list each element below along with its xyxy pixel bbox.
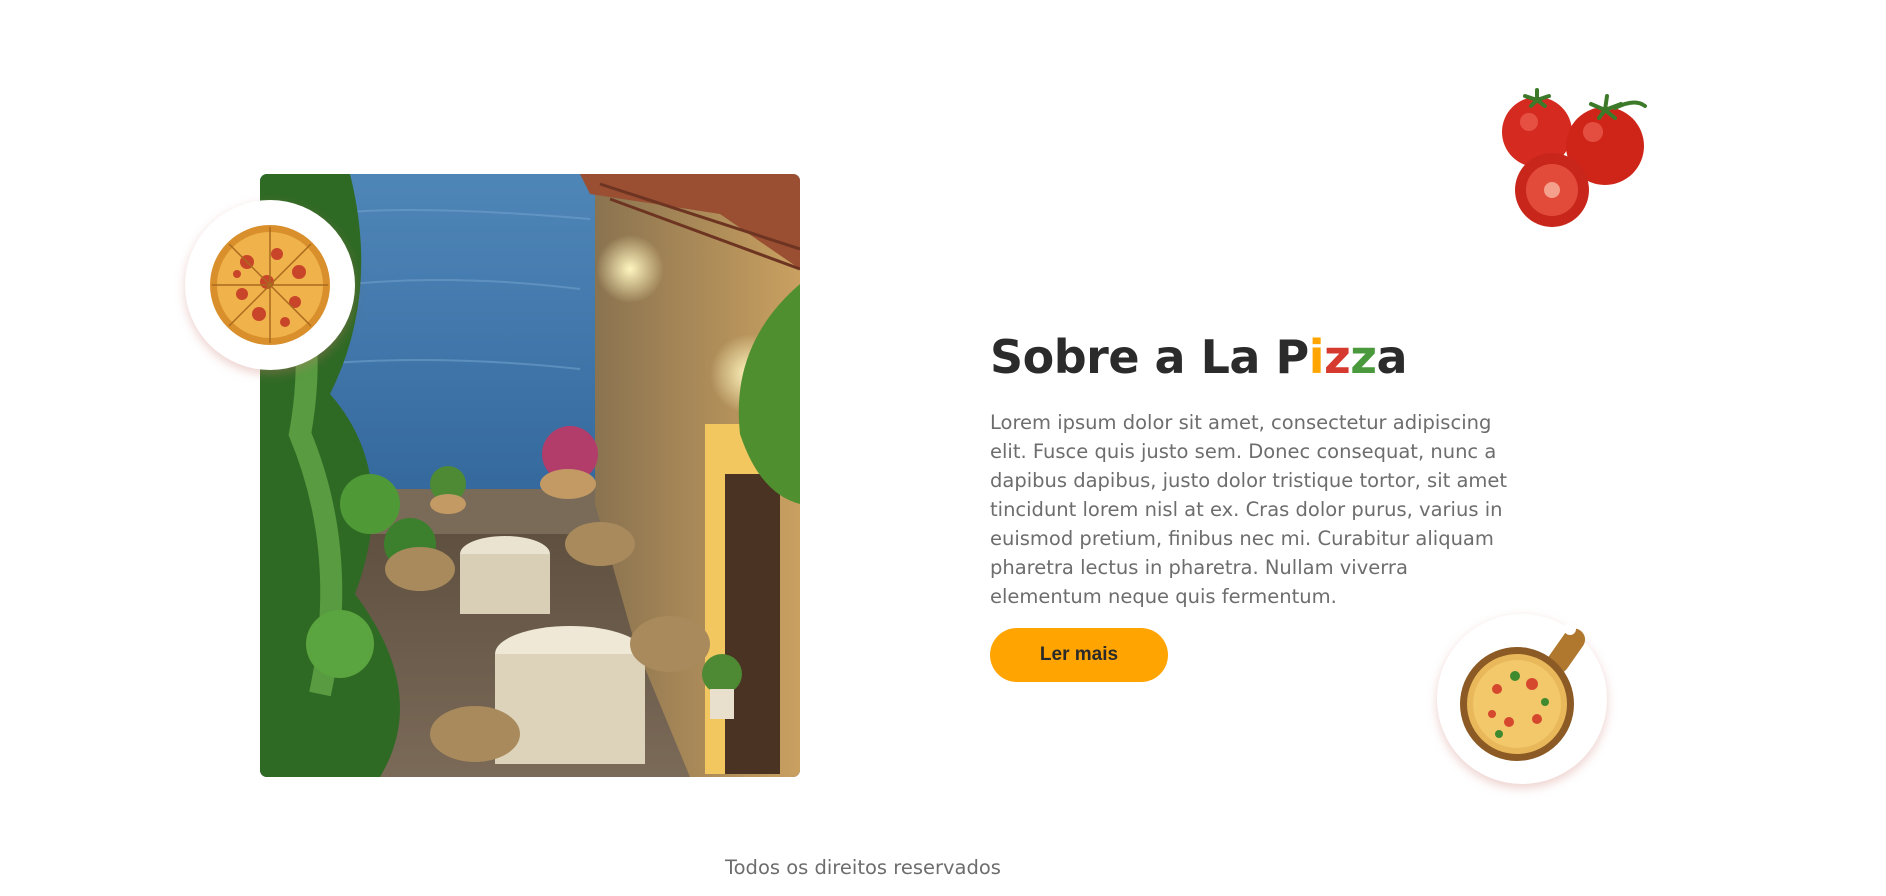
read-more-button[interactable]: Ler mais [990,628,1168,682]
pizza-board-icon [1460,623,1586,761]
title-part: z [1323,330,1351,384]
title-part: Sobre a La P [990,330,1309,384]
about-description: Lorem ipsum dolor sit amet, consectetur … [990,411,1508,608]
title-part: a [1376,330,1408,384]
pizza-board-badge [1437,614,1607,784]
page: Sobre a La Pizza Lorem ipsum dolor sit a… [0,0,1886,896]
tomatoes-icon [1495,88,1655,233]
title-part: i [1308,330,1325,384]
footer-copyright: Todos os direitos reservados [725,856,1001,879]
title-part: z [1350,330,1377,384]
about-title: Sobre a La Pizza [990,326,1530,388]
pizza-badge [185,200,355,370]
pizza-icon [210,225,330,345]
